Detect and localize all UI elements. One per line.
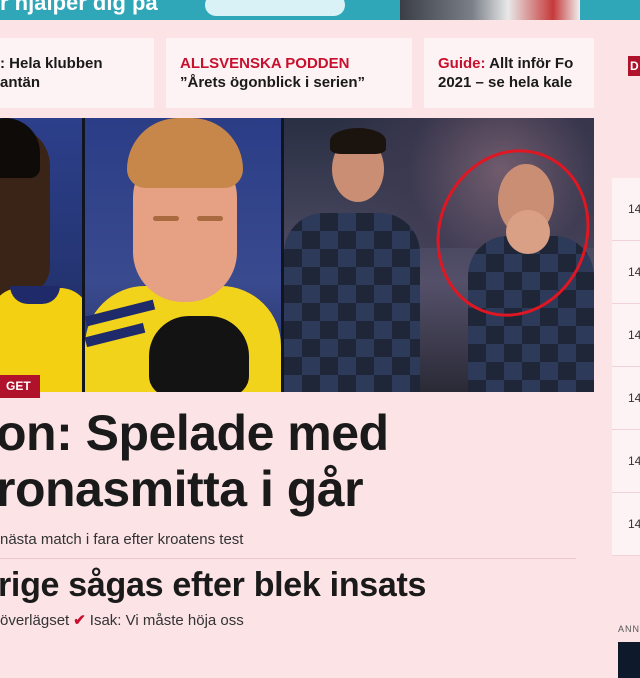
sidebar-ad-image[interactable] — [618, 642, 640, 678]
list-item[interactable]: 14 — [612, 430, 640, 493]
list-item-time: 14 — [628, 328, 640, 342]
top-card-2[interactable]: ALLSVENSKA PODDEN ”Årets ögonblick i ser… — [166, 38, 412, 108]
hero-photo-croatia-players — [284, 118, 594, 392]
list-item-time: 14 — [628, 517, 640, 531]
list-item[interactable]: 14 — [612, 304, 640, 367]
article-subline[interactable]: nästa match i fara efter kroatens test — [0, 531, 243, 548]
card-kicker: Guide: — [438, 55, 486, 72]
right-sidebar: D 14 14 14 14 14 14 ANN — [612, 38, 640, 678]
divider — [0, 558, 576, 559]
related-link-1[interactable]: överlägset — [0, 612, 69, 629]
top-card-3[interactable]: Guide: Allt inför Fo 2021 – se hela kale — [424, 38, 594, 108]
hero-badge: GET — [0, 375, 40, 398]
banner-image — [400, 0, 580, 20]
main-headline[interactable]: on: Spelade med ronasmitta i går — [0, 405, 600, 517]
list-item[interactable]: 14 — [612, 493, 640, 556]
banner-text: r hjälper dig på — [0, 0, 158, 15]
top-card-1[interactable]: : Hela klubben antän — [0, 38, 154, 108]
list-item-time: 14 — [628, 265, 640, 279]
list-item[interactable]: 14 — [612, 241, 640, 304]
hero-photo-player-2 — [85, 118, 281, 392]
top-ad-banner[interactable]: r hjälper dig på — [0, 0, 640, 20]
headline-line-1: on: Spelade med — [0, 405, 389, 461]
card-title-line2: antän — [0, 74, 41, 91]
list-item[interactable]: 14 — [612, 367, 640, 430]
hero-image[interactable] — [0, 118, 594, 392]
card-title: Allt inför Fo — [485, 55, 574, 72]
card-title-line2: ”Årets ögonblick i serien” — [180, 74, 366, 91]
sidebar-footer-label: ANN — [618, 624, 640, 634]
secondary-headline[interactable]: rige sågas efter blek insats — [0, 565, 426, 605]
list-item-time: 14 — [628, 454, 640, 468]
list-item-time: 14 — [628, 391, 640, 405]
sidebar-badge: D — [628, 56, 640, 76]
related-links: överlägset ✔ Isak: Vi måste höja oss — [0, 611, 244, 629]
related-link-2[interactable]: Isak: Vi måste höja oss — [90, 612, 244, 629]
card-kicker: ALLSVENSKA PODDEN — [180, 55, 350, 72]
card-title-line2: 2021 – se hela kale — [438, 74, 573, 91]
checkmark-icon: ✔ — [73, 612, 86, 629]
list-item[interactable]: 14 — [612, 178, 640, 241]
card-title: : Hela klubben — [0, 55, 103, 72]
headline-line-2: ronasmitta i går — [0, 461, 364, 517]
banner-button[interactable] — [205, 0, 345, 16]
list-item-time: 14 — [628, 202, 640, 216]
sidebar-news-list: 14 14 14 14 14 14 — [612, 178, 640, 556]
hero-photo-player-1 — [0, 118, 82, 392]
